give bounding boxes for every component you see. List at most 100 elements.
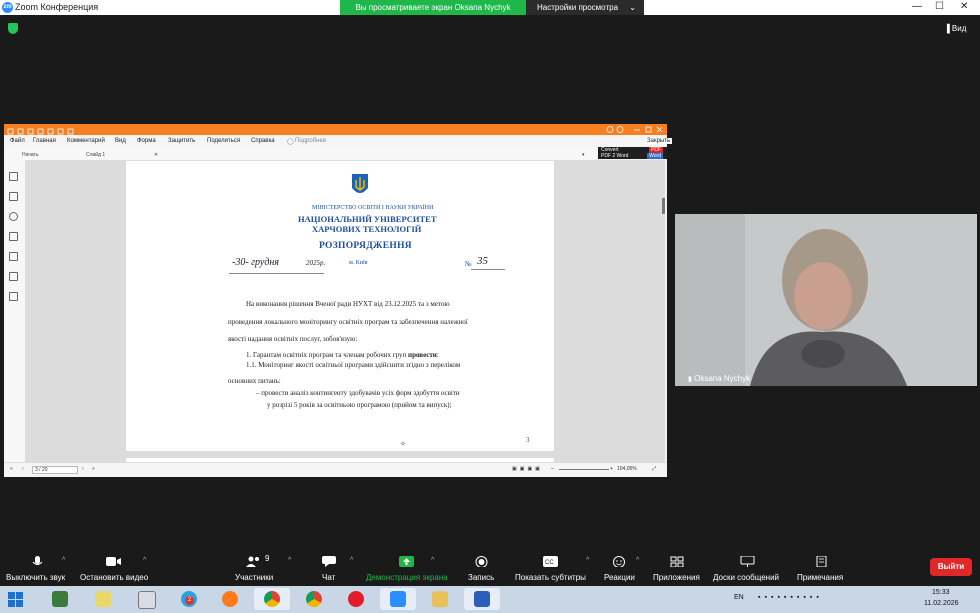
- chevron-down-icon: ⌄: [629, 3, 636, 12]
- tab-start[interactable]: Начать: [22, 152, 38, 158]
- next-page-icon[interactable]: ›: [82, 466, 84, 472]
- taskbar-app-opera[interactable]: [338, 588, 374, 610]
- fullscreen-icon[interactable]: ⤢: [652, 466, 656, 472]
- layers-icon[interactable]: [9, 232, 18, 241]
- signature-icon[interactable]: [9, 292, 18, 301]
- record-icon: [475, 556, 488, 567]
- taskbar-app-word[interactable]: [464, 588, 500, 610]
- clock-time[interactable]: 15:33: [932, 589, 950, 596]
- minimize-icon[interactable]: —: [912, 1, 922, 12]
- microphone-icon: [32, 556, 43, 565]
- pdf-document-area[interactable]: МІНІСТЕРСТВО ОСВІТИ І НАУКИ УКРАЇНИ НАЦІ…: [25, 160, 665, 462]
- participants-options-icon[interactable]: ^: [288, 557, 291, 564]
- taskbar-app-telegram[interactable]: 2: [171, 588, 207, 610]
- shared-screen[interactable]: Файл Главная Комментарий Вид Форма Защит…: [4, 124, 673, 477]
- exit-meeting-button[interactable]: Выйти: [930, 558, 972, 576]
- apps-label: Приложения: [653, 573, 700, 582]
- share-options-icon[interactable]: ^: [431, 557, 434, 564]
- mouse-cursor-icon: ✧: [400, 440, 406, 448]
- prev-page-icon[interactable]: ‹: [22, 466, 24, 472]
- taskbar-app-zoom[interactable]: [380, 588, 416, 610]
- item-1-colon: :: [436, 351, 439, 359]
- view-button[interactable]: ▐ Вид: [944, 24, 966, 33]
- reactions-label: Реакции: [604, 573, 635, 582]
- tab-close-icon[interactable]: ✕: [154, 152, 158, 158]
- mute-label: Выключить звук: [6, 573, 66, 582]
- captions-icon: CC: [543, 556, 558, 567]
- bullet-line-2: у розрізі 5 років за освітньою програмою…: [267, 401, 452, 409]
- page-indicator[interactable]: 3 / 20: [32, 466, 78, 474]
- taskbar-app-notes[interactable]: [85, 588, 121, 610]
- language-indicator[interactable]: EN: [734, 594, 744, 601]
- document-number: 35: [477, 255, 488, 267]
- view-mode-icons[interactable]: ▣▣▣▣: [512, 466, 543, 472]
- bookmark-icon[interactable]: [9, 172, 18, 181]
- taskbar-app-explorer[interactable]: [422, 588, 458, 610]
- participants-count: 9: [265, 554, 270, 563]
- pages-icon[interactable]: [9, 192, 18, 201]
- close-icon[interactable]: ✕: [960, 1, 968, 12]
- taskbar-app-desktop[interactable]: [42, 588, 78, 610]
- start-button[interactable]: [4, 590, 28, 609]
- stop-video-label: Остановить видео: [80, 573, 149, 582]
- lightbulb-icon: ◯: [287, 139, 294, 145]
- tab-slide-1[interactable]: Слайд 1: [86, 152, 105, 158]
- taskbar-app-calculator[interactable]: [128, 588, 164, 610]
- shield-icon[interactable]: [8, 23, 18, 34]
- reactions-options-icon[interactable]: ^: [636, 557, 639, 564]
- security-icon[interactable]: [9, 272, 18, 281]
- menu-comment[interactable]: Комментарий: [67, 138, 105, 144]
- coat-of-arms-icon: [352, 174, 368, 193]
- taskbar-app-chrome-1[interactable]: [254, 588, 290, 610]
- file-explorer-icon: [432, 591, 448, 607]
- zoom-slider[interactable]: [559, 469, 609, 470]
- ministry-name: МІНІСТЕРСТВО ОСВІТИ І НАУКИ УКРАЇНИ: [312, 205, 434, 211]
- view-settings-label: Настройки просмотра: [537, 3, 619, 12]
- windows-taskbar: 2 EN ▪▪▪▪▪▪▪▪▪▪ 15:33 11.02.2026: [0, 586, 980, 613]
- close-doc-button[interactable]: Закрыть: [645, 138, 673, 144]
- participant-video[interactable]: [675, 214, 977, 386]
- chat-options-icon[interactable]: ^: [350, 557, 353, 564]
- participant-name: Oksana Nychyk: [694, 374, 751, 383]
- date-year: 2025р.: [306, 259, 325, 267]
- video-options-icon[interactable]: ^: [143, 557, 146, 564]
- tab-dropdown-icon[interactable]: ▾: [582, 152, 585, 158]
- menu-share[interactable]: Поделиться: [207, 138, 240, 144]
- tray-icons[interactable]: ▪▪▪▪▪▪▪▪▪▪: [758, 594, 823, 601]
- menu-file[interactable]: Файл: [10, 138, 25, 144]
- whiteboard-icon: [740, 556, 755, 567]
- view-settings-button[interactable]: Настройки просмотра ⌄: [526, 0, 644, 15]
- convert-pdf-ad[interactable]: Convert PDF PDF 2 Word Word: [598, 147, 667, 159]
- taskbar-app-firefox[interactable]: [212, 588, 248, 610]
- taskbar-app-chrome-2[interactable]: [296, 588, 332, 610]
- first-page-icon[interactable]: «: [10, 466, 13, 472]
- clock-date[interactable]: 11.02.2026: [924, 600, 959, 607]
- menu-view[interactable]: Вид: [115, 138, 126, 144]
- last-page-icon[interactable]: »: [92, 466, 95, 472]
- vertical-scrollbar[interactable]: [662, 198, 665, 214]
- opera-icon: [348, 591, 364, 607]
- pdf-status-bar: « ‹ 3 / 20 › » ▣▣▣▣ – + 104,05% ⤢: [4, 462, 667, 477]
- pdf-window-controls-icon[interactable]: [606, 124, 666, 135]
- comment-icon[interactable]: [9, 212, 18, 221]
- menu-form[interactable]: Форма: [137, 138, 156, 144]
- captions-options-icon[interactable]: ^: [586, 557, 589, 564]
- zoom-level[interactable]: 104,05%: [617, 466, 637, 472]
- menu-protect[interactable]: Защитить: [168, 138, 195, 144]
- mute-options-icon[interactable]: ^: [62, 557, 65, 564]
- telegram-badge: 2: [185, 596, 194, 605]
- attachment-icon[interactable]: [9, 252, 18, 261]
- zoom-out-icon[interactable]: –: [551, 466, 554, 472]
- page-number: 3: [526, 436, 530, 444]
- meeting-toolbar: ^ Выключить звук ^ Остановить видео 9 ^ …: [0, 548, 980, 586]
- participant-video-frame: [675, 214, 977, 386]
- zoom-in-icon[interactable]: +: [610, 466, 613, 472]
- menu-home[interactable]: Главная: [33, 138, 56, 144]
- zoom-app-icon: [390, 591, 406, 607]
- menu-more[interactable]: Подробнее: [295, 138, 326, 144]
- chrome-icon-2: [306, 591, 322, 607]
- grid-icon: ▐: [944, 24, 950, 33]
- maximize-icon[interactable]: ☐: [935, 1, 944, 12]
- menu-help[interactable]: Справка: [251, 138, 275, 144]
- paragraph-1-line-2: проведення локального моніторингу освітн…: [228, 318, 468, 326]
